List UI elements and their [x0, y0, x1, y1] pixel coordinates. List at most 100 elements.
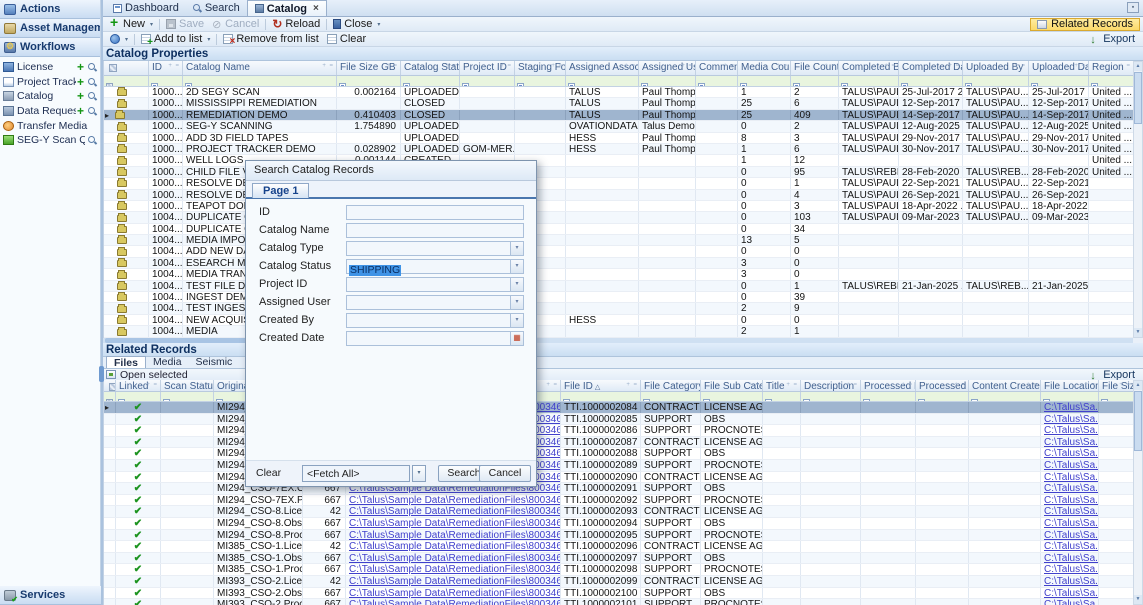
add-icon[interactable]: +	[76, 62, 85, 72]
filter-cell[interactable]	[337, 76, 401, 86]
sidebar-section-workflows[interactable]: Workflows	[0, 38, 100, 57]
chevron-down-icon[interactable]: ▾	[510, 278, 523, 291]
filter-cell[interactable]	[161, 392, 214, 401]
sidebar-item-license[interactable]: License +	[0, 60, 100, 75]
filter-cell[interactable]	[460, 76, 515, 86]
new-button[interactable]: New	[106, 17, 157, 31]
table-row[interactable]: ✔MI294_CSO-8.ProcessingN...667C:\Talus\S…	[104, 530, 1133, 542]
column-header-file-category[interactable]: File Category	[641, 380, 701, 391]
filter-cell[interactable]	[104, 392, 116, 401]
table-row[interactable]: ✔MI385_CSO-1.Obs.pdf667C:\Talus\Sample D…	[104, 553, 1133, 565]
table-row[interactable]: 1000...SEG-Y SCANNING1.754890UPLOADEDOVA…	[104, 121, 1133, 132]
tab-files[interactable]: Files	[106, 356, 146, 368]
column-header-file-size-gb[interactable]: File Size GB	[337, 61, 401, 75]
file-path-link[interactable]: C:\Talus\Sa...	[1044, 448, 1099, 459]
filter-cell[interactable]	[738, 76, 791, 86]
table-row[interactable]: 1000...PROJECT TRACKER DEMO0.028902UPLOA…	[104, 144, 1133, 155]
column-header-file-location[interactable]: File Location	[1041, 380, 1099, 391]
close-tab-icon[interactable]: ×	[313, 4, 319, 13]
sidebar-item-transfer-media[interactable]: Transfer Media	[0, 118, 100, 133]
column-header-row-selector[interactable]	[104, 61, 149, 75]
clear-list-button[interactable]: Clear	[323, 32, 370, 46]
chevron-down-icon[interactable]: ▾	[510, 296, 523, 309]
filter-cell[interactable]	[149, 76, 183, 86]
file-path-link[interactable]: C:\Talus\Sample Data\RemediationFiles\80…	[349, 541, 561, 552]
file-path-link[interactable]: C:\Talus\Sa...	[1044, 506, 1099, 517]
file-path-link[interactable]: C:\Talus\Sa...	[1044, 518, 1099, 529]
sync-button[interactable]	[106, 32, 132, 46]
column-header-linked[interactable]: Linked	[116, 380, 161, 391]
created-by-select[interactable]: ▾	[346, 313, 524, 328]
table-row[interactable]: ✔MI385_CSO-1.ProcessingN...667C:\Talus\S…	[104, 564, 1133, 576]
filter-cell[interactable]	[969, 392, 1041, 401]
scroll-up-icon[interactable]: ▲	[1134, 62, 1142, 71]
tab-catalog[interactable]: Catalog ×	[247, 0, 327, 16]
cancel-button[interactable]: Cancel	[479, 465, 531, 482]
file-path-link[interactable]: C:\Talus\Sample Data\RemediationFiles\80…	[349, 530, 561, 541]
created-date-input[interactable]: ▦	[346, 331, 524, 346]
search-icon[interactable]	[87, 106, 97, 116]
table-row[interactable]: ✔MI393_CSO-2.LicenseAgre...42C:\Talus\Sa…	[104, 576, 1133, 588]
file-path-link[interactable]: C:\Talus\Sa...	[1044, 530, 1099, 541]
scroll-down-icon[interactable]: ▼	[1134, 595, 1142, 604]
filter-cell[interactable]	[801, 392, 861, 401]
file-path-link[interactable]: C:\Talus\Sa...	[1044, 425, 1099, 436]
add-icon[interactable]: +	[76, 91, 85, 101]
file-path-link[interactable]: C:\Talus\Sa...	[1044, 460, 1099, 471]
column-header-title[interactable]: Title	[763, 380, 801, 391]
file-path-link[interactable]: C:\Talus\Sa...	[1044, 472, 1099, 483]
table-row[interactable]: ▸1000...REMEDIATION DEMO0.410403CLOSEDTA…	[104, 110, 1133, 121]
catalog-name-input[interactable]	[346, 223, 524, 238]
filter-cell[interactable]	[963, 76, 1029, 86]
sidebar-section-asset-management[interactable]: Asset Management	[0, 19, 100, 38]
column-header-processed-by[interactable]: Processed By	[861, 380, 916, 391]
filter-cell[interactable]	[639, 76, 696, 86]
export-button[interactable]: Export	[1090, 33, 1135, 45]
save-button[interactable]: Save	[162, 17, 208, 31]
filter-cell[interactable]	[763, 392, 801, 401]
chevron-down-icon[interactable]: ▾	[510, 260, 523, 273]
add-to-list-button[interactable]: Add to list	[137, 32, 214, 46]
filter-cell[interactable]	[515, 76, 566, 86]
tab-media[interactable]: Media	[146, 356, 189, 368]
file-path-link[interactable]: C:\Talus\Sa...	[1044, 576, 1099, 587]
table-row[interactable]: ✔MI393_CSO-2.Obs.pdf667C:\Talus\Sample D…	[104, 588, 1133, 600]
column-header-catalog-status[interactable]: Catalog Status	[401, 61, 460, 75]
tab-page-1[interactable]: Page 1	[252, 183, 309, 198]
table-row[interactable]: 1000...MISSISSIPPI REMEDIATIONCLOSEDTALU…	[104, 98, 1133, 109]
scroll-up-icon[interactable]: ▲	[1134, 381, 1142, 390]
column-header-assigned-assoc[interactable]: Assigned Assoc	[566, 61, 639, 75]
scrollbar-thumb[interactable]	[1134, 72, 1142, 124]
column-header-description[interactable]: Description	[801, 380, 861, 391]
table-row[interactable]: ✔MI294_CSO-7EX.Processin...667C:\Talus\S…	[104, 495, 1133, 507]
file-path-link[interactable]: C:\Talus\Sa...	[1044, 414, 1099, 425]
sidebar-section-actions[interactable]: Actions	[0, 0, 100, 19]
related-export-button[interactable]: Export	[1090, 369, 1135, 381]
filter-cell[interactable]	[701, 392, 763, 401]
column-header-file-id[interactable]: File ID△	[561, 380, 641, 391]
column-header-scan-status[interactable]: Scan Status	[161, 380, 214, 391]
column-header-processed-date[interactable]: Processed Date	[916, 380, 969, 391]
chevron-down-icon[interactable]: ▾	[510, 314, 523, 327]
assigned-user-select[interactable]: ▾	[346, 295, 524, 310]
filter-cell[interactable]	[899, 76, 963, 86]
search-icon[interactable]	[87, 77, 97, 87]
filter-cell[interactable]	[1041, 392, 1099, 401]
filter-cell[interactable]	[641, 392, 701, 401]
related-records-button[interactable]: Related Records	[1030, 18, 1140, 31]
file-path-link[interactable]: C:\Talus\Sa...	[1044, 495, 1099, 506]
cancel-button[interactable]: Cancel	[208, 17, 263, 31]
vertical-scrollbar[interactable]: ▲ ▼	[1133, 380, 1143, 605]
filter-cell[interactable]	[183, 76, 337, 86]
column-header-uploaded-by[interactable]: Uploaded By	[963, 61, 1029, 75]
search-icon[interactable]	[87, 135, 97, 145]
open-selected-button[interactable]: Open selected	[120, 369, 188, 381]
file-path-link[interactable]: C:\Talus\Sa...	[1044, 437, 1099, 448]
column-header-project-id[interactable]: Project ID	[460, 61, 515, 75]
file-path-link[interactable]: C:\Talus\Sa...	[1044, 588, 1099, 599]
file-path-link[interactable]: C:\Talus\Sample Data\RemediationFiles\80…	[349, 599, 561, 605]
file-path-link[interactable]: C:\Talus\Sample Data\RemediationFiles\80…	[349, 564, 561, 575]
close-button[interactable]: Close	[329, 17, 384, 31]
remove-from-list-button[interactable]: Remove from list	[219, 32, 323, 46]
column-header-comment[interactable]: Comment	[696, 61, 738, 75]
